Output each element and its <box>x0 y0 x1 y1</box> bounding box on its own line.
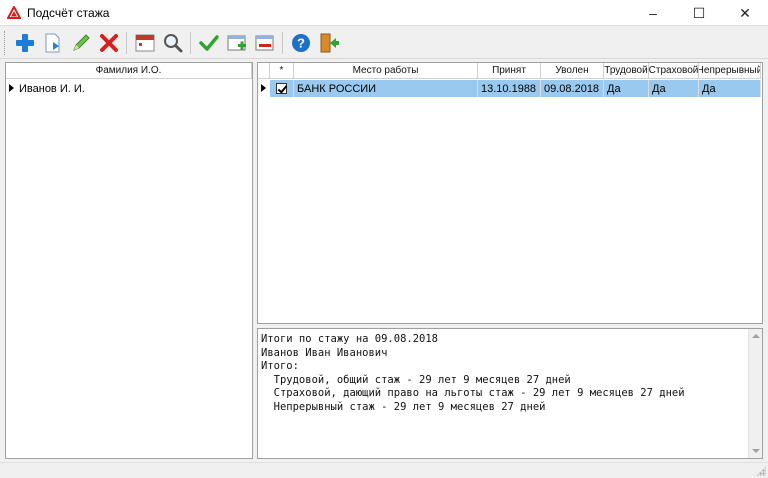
add-row-button[interactable] <box>224 30 250 56</box>
delete-button[interactable] <box>96 30 122 56</box>
labor-cell[interactable]: Да <box>604 80 649 97</box>
toolbar-grip <box>4 31 7 55</box>
edit-button[interactable] <box>68 30 94 56</box>
jobs-grid: * Место работы Принят Уволен Трудовой Ст… <box>257 62 763 324</box>
toolbar: ? <box>0 27 768 59</box>
search-button[interactable] <box>160 30 186 56</box>
resize-grip-icon[interactable] <box>756 466 766 476</box>
status-bar <box>0 462 768 478</box>
row-checkbox-cell[interactable] <box>270 80 294 97</box>
current-row-indicator <box>6 80 18 97</box>
scroll-up-icon[interactable] <box>752 334 760 338</box>
window-plus-icon <box>227 35 246 51</box>
exit-button[interactable] <box>316 30 342 56</box>
column-header-fired[interactable]: Уволен <box>541 63 604 79</box>
column-header-insurance[interactable]: Страховой <box>649 63 699 79</box>
red-x-icon <box>100 34 118 52</box>
app-logo-icon <box>7 6 21 19</box>
add-button[interactable] <box>12 30 38 56</box>
magnifier-icon <box>164 34 183 53</box>
summary-memo[interactable]: Итоги по стажу на 09.08.2018 Иванов Иван… <box>257 328 763 459</box>
column-header-continuous[interactable]: Непрерывный <box>699 63 761 79</box>
fired-cell[interactable]: 09.08.2018 <box>541 80 604 97</box>
summary-text: Итоги по стажу на 09.08.2018 Иванов Иван… <box>261 333 685 413</box>
pencil-icon <box>73 34 90 51</box>
calendar-button[interactable] <box>132 30 158 56</box>
current-row-indicator <box>258 80 270 97</box>
import-button[interactable] <box>40 30 66 56</box>
apply-button[interactable] <box>196 30 222 56</box>
continuous-cell[interactable]: Да <box>699 80 761 97</box>
table-row[interactable]: Иванов И. И. <box>6 80 252 97</box>
people-grid-header: Фамилия И.О. <box>6 63 252 79</box>
help-button[interactable]: ? <box>288 30 314 56</box>
exit-door-icon <box>320 33 339 53</box>
column-header-hired[interactable]: Принят <box>478 63 541 79</box>
table-row[interactable]: БАНК РОССИИ 13.10.1988 09.08.2018 Да Да … <box>258 80 761 97</box>
document-arrow-icon <box>45 33 60 53</box>
window-minus-icon <box>255 35 274 51</box>
title-bar: Подсчёт стажа – ☐ ✕ <box>0 0 768 26</box>
toolbar-separator <box>282 32 283 54</box>
people-grid: Фамилия И.О. Иванов И. И. <box>5 62 253 459</box>
scroll-down-icon[interactable] <box>752 449 760 453</box>
maximize-button[interactable]: ☐ <box>676 0 722 26</box>
svg-text:?: ? <box>297 36 305 51</box>
hired-cell[interactable]: 13.10.1988 <box>478 80 541 97</box>
toolbar-separator <box>190 32 191 54</box>
vertical-scrollbar[interactable] <box>748 329 762 458</box>
plus-icon <box>16 34 34 52</box>
help-icon: ? <box>292 34 310 52</box>
minimize-button[interactable]: – <box>630 0 676 26</box>
column-header-labor[interactable]: Трудовой <box>604 63 649 79</box>
column-header-name[interactable]: Фамилия И.О. <box>6 63 252 79</box>
insurance-cell[interactable]: Да <box>649 80 699 97</box>
place-cell[interactable]: БАНК РОССИИ <box>294 80 478 97</box>
checkmark-icon <box>199 35 219 51</box>
window-title: Подсчёт стажа <box>27 6 110 20</box>
person-name-cell[interactable]: Иванов И. И. <box>18 80 252 97</box>
column-header-place[interactable]: Место работы <box>294 63 478 79</box>
jobs-grid-header: * Место работы Принят Уволен Трудовой Ст… <box>258 63 761 79</box>
indicator-header <box>258 63 270 79</box>
toolbar-separator <box>126 32 127 54</box>
close-button[interactable]: ✕ <box>722 0 768 26</box>
remove-row-button[interactable] <box>252 30 278 56</box>
calendar-icon <box>135 34 155 52</box>
column-header-star[interactable]: * <box>270 63 294 79</box>
row-checkbox[interactable] <box>276 83 287 94</box>
